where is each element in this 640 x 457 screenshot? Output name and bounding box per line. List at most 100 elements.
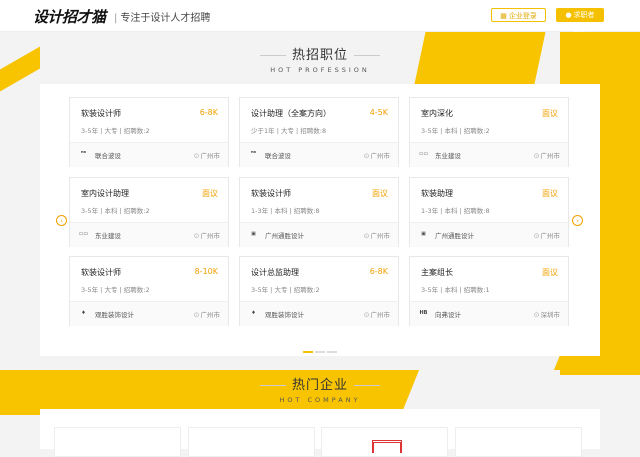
job-card[interactable]: 设计助理（全案方向） 4-5K 少于1年 | 大专 | 招聘数:8 ᴴᴰ 联合波设 ⊙广州… bbox=[239, 97, 399, 167]
job-card[interactable]: 室内深化 面议 3-5年 | 本科 | 招聘数:2 ▭▭ 东业建设 ⊙广州市 bbox=[409, 97, 569, 167]
carousel-pagination bbox=[303, 338, 339, 357]
company-logo-icon bbox=[372, 440, 402, 453]
job-location: ⊙广州市 bbox=[534, 150, 560, 160]
company-slot[interactable] bbox=[321, 427, 448, 457]
company-login-button[interactable]: ▦ 企业登录 bbox=[491, 8, 546, 22]
job-salary: 8-10K bbox=[194, 267, 218, 276]
job-card-footer: ▣ 广州通胜设计 ⊙广州市 bbox=[410, 222, 568, 247]
company-name[interactable]: 向弗设计 bbox=[435, 309, 461, 319]
hot-company-heading: 热门企业 HOT COMPANY bbox=[0, 374, 640, 404]
company-logo: HB bbox=[419, 310, 428, 316]
job-card[interactable]: 软装设计师 8-10K 3-5年 | 大专 | 招聘数:2 ♦ 观胜装饰设计 ⊙广州市 bbox=[69, 256, 229, 326]
chevron-left-icon: ‹ bbox=[60, 217, 63, 225]
job-meta: 3-5年 | 本科 | 招聘数:2 bbox=[421, 127, 490, 135]
location-text: 广州市 bbox=[200, 232, 221, 240]
hot-profession-heading: 热招职位 HOT PROFESSION bbox=[0, 44, 640, 74]
company-logo: ▣ bbox=[251, 231, 256, 237]
job-card-footer: ▭▭ 东业建设 ⊙广州市 bbox=[70, 222, 228, 247]
location-text: 广州市 bbox=[200, 152, 221, 160]
carousel-prev-button[interactable]: ‹ bbox=[56, 215, 67, 226]
company-slot[interactable] bbox=[455, 427, 582, 457]
job-salary: 4-5K bbox=[369, 108, 388, 117]
hot-profession-title: 热招职位 bbox=[291, 48, 348, 63]
job-title: 软装设计师 bbox=[251, 189, 291, 198]
job-meta: 3-5年 | 本科 | 招聘数:1 bbox=[421, 286, 490, 294]
company-name[interactable]: 观胜装饰设计 bbox=[265, 309, 304, 319]
company-name[interactable]: 东业建设 bbox=[95, 230, 121, 240]
hot-company-title: 热门企业 bbox=[291, 378, 348, 393]
job-card-footer: HB 向弗设计 ⊙深圳市 bbox=[410, 301, 568, 326]
location-pin-icon: ⊙ bbox=[363, 311, 370, 319]
location-pin-icon: ⊙ bbox=[363, 152, 370, 160]
job-location: ⊙广州市 bbox=[364, 309, 390, 319]
site-logo[interactable]: 设计招才猫 bbox=[33, 6, 106, 27]
job-card[interactable]: 软装助理 面议 1-3年 | 本科 | 招聘数:8 ▣ 广州通胜设计 ⊙广州市 bbox=[409, 177, 569, 247]
company-name[interactable]: 广州通胜设计 bbox=[435, 230, 474, 240]
job-salary: 面议 bbox=[372, 189, 388, 198]
pagination-dot[interactable] bbox=[315, 351, 325, 353]
seeker-login-button[interactable]: ● 求职者登录 bbox=[556, 8, 604, 33]
job-meta: 3-5年 | 大专 | 招聘数:2 bbox=[81, 286, 150, 294]
company-logo: ♦ bbox=[81, 310, 86, 316]
divider-line bbox=[354, 55, 380, 56]
company-name[interactable]: 联合波设 bbox=[95, 150, 121, 160]
job-meta: 1-3年 | 本科 | 招聘数:8 bbox=[251, 207, 320, 215]
job-card-footer: ᴴᴰ 联合波设 ⊙广州市 bbox=[240, 142, 398, 167]
job-location: ⊙广州市 bbox=[194, 150, 220, 160]
location-text: 广州市 bbox=[540, 152, 561, 160]
job-card[interactable]: 软装设计师 6-8K 3-5年 | 大专 | 招聘数:2 ᴴᴰ 联合波设 ⊙广州市 bbox=[69, 97, 229, 167]
job-location: ⊙广州市 bbox=[364, 150, 390, 160]
slogan-text: 专注于设计人才招聘 bbox=[120, 13, 211, 24]
company-name[interactable]: 东业建设 bbox=[435, 150, 461, 160]
job-meta: 3-5年 | 大专 | 招聘数:2 bbox=[81, 127, 150, 135]
site-slogan: | 专注于设计人才招聘 bbox=[114, 13, 211, 24]
job-meta: 3-5年 | 本科 | 招聘数:2 bbox=[81, 207, 150, 215]
job-card[interactable]: 设计总监助理 6-8K 3-5年 | 大专 | 招聘数:2 ♦ 观胜装饰设计 ⊙广州市 bbox=[239, 256, 399, 326]
divider-line bbox=[259, 385, 286, 386]
pagination-dot-active[interactable] bbox=[303, 351, 313, 353]
job-card[interactable]: 主案组长 面议 3-5年 | 本科 | 招聘数:1 HB 向弗设计 ⊙深圳市 bbox=[409, 256, 569, 326]
carousel-next-button[interactable]: › bbox=[572, 215, 583, 226]
company-slot[interactable] bbox=[188, 427, 315, 457]
job-title: 主案组长 bbox=[421, 268, 453, 277]
company-logo: ▭▭ bbox=[78, 231, 89, 237]
user-icon: ● bbox=[565, 11, 572, 19]
chevron-right-icon: › bbox=[576, 217, 579, 225]
company-login-label: 企业登录 bbox=[508, 12, 537, 20]
job-title: 设计总监助理 bbox=[251, 268, 299, 277]
job-card-footer: ♦ 观胜装饰设计 ⊙广州市 bbox=[70, 301, 228, 326]
job-location: ⊙广州市 bbox=[534, 230, 560, 240]
pagination-dot[interactable] bbox=[327, 351, 337, 353]
job-salary: 面议 bbox=[202, 189, 218, 198]
job-meta: 1-3年 | 本科 | 招聘数:8 bbox=[421, 207, 490, 215]
job-title: 软装设计师 bbox=[81, 109, 121, 118]
location-text: 广州市 bbox=[370, 311, 391, 319]
company-logo: ᴴᴰ bbox=[250, 151, 257, 157]
job-salary: 面议 bbox=[542, 189, 558, 198]
job-title: 室内设计助理 bbox=[81, 189, 129, 198]
job-card[interactable]: 软装设计师 面议 1-3年 | 本科 | 招聘数:8 ▣ 广州通胜设计 ⊙广州市 bbox=[239, 177, 399, 247]
company-name[interactable]: 观胜装饰设计 bbox=[95, 309, 134, 319]
hot-company-subtitle: HOT COMPANY bbox=[279, 396, 361, 404]
building-icon: ▦ bbox=[500, 12, 507, 20]
job-salary: 6-8K bbox=[369, 267, 388, 276]
top-header: 设计招才猫 | 专注于设计人才招聘 ▦ 企业登录 ● 求职者登录 bbox=[0, 0, 640, 33]
company-slot[interactable] bbox=[54, 427, 181, 457]
company-logo: ♦ bbox=[251, 310, 256, 316]
location-pin-icon: ⊙ bbox=[193, 232, 200, 240]
company-name[interactable]: 广州通胜设计 bbox=[265, 230, 304, 240]
job-card-footer: ♦ 观胜装饰设计 ⊙广州市 bbox=[240, 301, 398, 326]
company-name[interactable]: 联合波设 bbox=[265, 150, 291, 160]
job-title: 软装设计师 bbox=[81, 268, 121, 277]
job-location: ⊙广州市 bbox=[364, 230, 390, 240]
location-text: 广州市 bbox=[370, 152, 391, 160]
company-logo: ▣ bbox=[421, 231, 426, 237]
job-meta: 少于1年 | 大专 | 招聘数:8 bbox=[251, 127, 327, 135]
job-card[interactable]: 室内设计助理 面议 3-5年 | 本科 | 招聘数:2 ▭▭ 东业建设 ⊙广州市 bbox=[69, 177, 229, 247]
job-salary: 6-8K bbox=[199, 108, 218, 117]
location-text: 广州市 bbox=[200, 311, 221, 319]
job-card-footer: ▭▭ 东业建设 ⊙广州市 bbox=[410, 142, 568, 167]
job-salary: 面议 bbox=[542, 109, 558, 118]
location-pin-icon: ⊙ bbox=[533, 311, 540, 319]
company-logo: ᴴᴰ bbox=[80, 151, 87, 157]
